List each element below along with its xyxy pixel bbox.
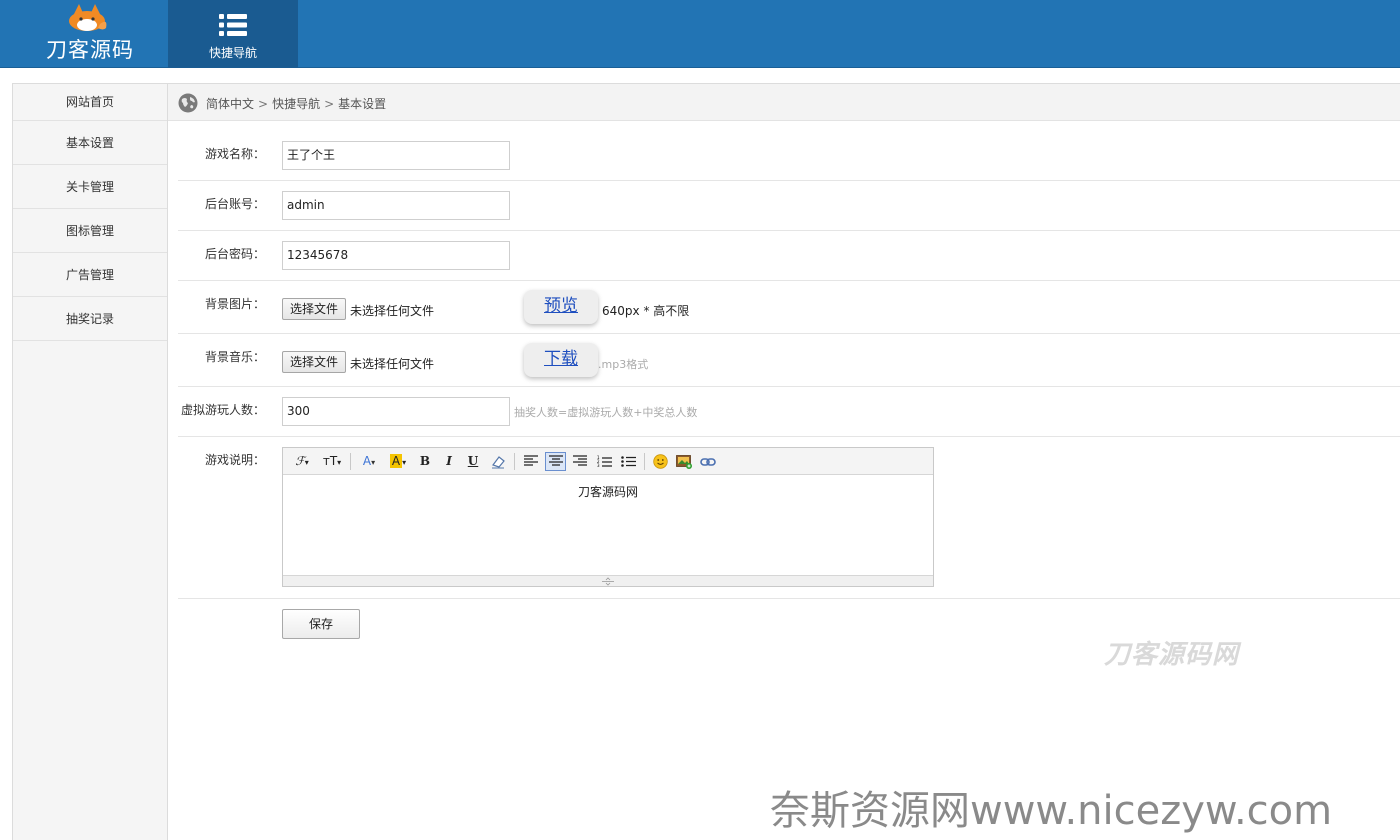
bg-music-choose-file-button[interactable]: 选择文件 bbox=[282, 351, 346, 373]
bold-button[interactable]: B bbox=[416, 452, 434, 471]
resize-icon bbox=[602, 577, 614, 586]
breadcrumb: 简体中文 > 快捷导航 > 基本设置 bbox=[168, 83, 1400, 121]
game-name-input[interactable]: 王了个王 bbox=[282, 141, 510, 170]
save-button[interactable]: 保存 bbox=[282, 609, 360, 639]
admin-account-input[interactable]: admin bbox=[282, 191, 510, 220]
admin-password-label: 后台密码： bbox=[204, 247, 265, 261]
preview-link[interactable]: 预览 bbox=[524, 290, 598, 324]
editor-resize-handle[interactable] bbox=[283, 575, 933, 586]
row-admin-account: 后台账号： admin bbox=[178, 181, 1400, 231]
bottom-watermark: 奈斯资源网www.nicezyw.com bbox=[770, 788, 1333, 834]
highlight-color-button[interactable]: A ▾ bbox=[385, 452, 411, 471]
brand-name: 刀客源码 bbox=[46, 38, 134, 62]
align-left-button[interactable] bbox=[521, 452, 541, 471]
globe-icon bbox=[178, 93, 198, 113]
row-admin-password: 后台密码： 12345678 bbox=[178, 231, 1400, 281]
align-right-button[interactable] bbox=[570, 452, 590, 471]
breadcrumb-item-current: 基本设置 bbox=[338, 97, 387, 111]
tab-quick-nav-label: 快捷导航 bbox=[208, 46, 257, 60]
sidebar: 网站首页 基本设置 关卡管理 图标管理 广告管理 抽奖记录 bbox=[12, 83, 168, 840]
unordered-list-icon bbox=[620, 456, 636, 467]
eraser-icon bbox=[492, 456, 505, 469]
row-bg-image: 背景图片： 选择文件 未选择任何文件 预览 640px * 高不限 bbox=[178, 281, 1400, 334]
fox-logo-icon bbox=[69, 4, 107, 31]
row-description: 游戏说明： ℱ▾ тT▾ A▾ A ▾ B I U 123 刀客源码网 bbox=[178, 437, 1400, 599]
sidebar-item-basic-settings[interactable]: 基本设置 bbox=[13, 121, 167, 165]
highlight-color-icon: A bbox=[389, 454, 403, 468]
bg-music-file-status: 未选择任何文件 bbox=[350, 357, 435, 371]
ordered-list-icon: 123 bbox=[597, 455, 612, 468]
unordered-list-button[interactable] bbox=[618, 452, 638, 471]
underline-button[interactable]: U bbox=[464, 452, 482, 471]
insert-link-button[interactable] bbox=[698, 452, 718, 471]
insert-image-button[interactable] bbox=[674, 452, 694, 471]
bg-image-file-status: 未选择任何文件 bbox=[350, 304, 435, 318]
italic-button[interactable]: I bbox=[440, 452, 458, 471]
align-right-icon bbox=[573, 455, 587, 466]
ordered-list-button[interactable]: 123 bbox=[594, 452, 614, 471]
align-left-icon bbox=[524, 455, 538, 466]
row-bg-music: 背景音乐： 选择文件 未选择任何文件 .mp3格式 下载 bbox=[178, 334, 1400, 387]
image-icon bbox=[676, 455, 692, 469]
editor-toolbar: ℱ▾ тT▾ A▾ A ▾ B I U 123 bbox=[283, 448, 933, 475]
breadcrumb-item-lang[interactable]: 简体中文 bbox=[206, 97, 254, 111]
toolbar-divider bbox=[644, 453, 645, 470]
admin-password-input[interactable]: 12345678 bbox=[282, 241, 510, 270]
bg-image-choose-file-button[interactable]: 选择文件 bbox=[282, 298, 346, 320]
align-center-button[interactable] bbox=[545, 452, 566, 471]
align-center-icon bbox=[548, 455, 563, 466]
toolbar-divider bbox=[514, 453, 515, 470]
virtual-players-label: 虚拟游玩人数： bbox=[180, 403, 265, 417]
bg-music-format-note: .mp3格式 bbox=[598, 358, 649, 371]
font-size-button[interactable]: тT▾ bbox=[319, 452, 345, 471]
bg-image-label: 背景图片： bbox=[204, 297, 265, 311]
top-header: 刀客源码 快捷导航 bbox=[0, 0, 1400, 68]
sidebar-item-icons[interactable]: 图标管理 bbox=[13, 209, 167, 253]
logo[interactable]: 刀客源码 bbox=[0, 0, 168, 68]
emoticon-button[interactable] bbox=[650, 452, 670, 471]
site-watermark: 刀客源码网 bbox=[1104, 640, 1240, 670]
virtual-players-input[interactable]: 300 bbox=[282, 397, 510, 426]
breadcrumb-separator: > bbox=[324, 97, 335, 111]
sidebar-item-levels[interactable]: 关卡管理 bbox=[13, 165, 167, 209]
virtual-players-hint: 抽奖人数=虚拟游玩人数+中奖总人数 bbox=[514, 406, 698, 419]
tab-quick-nav[interactable]: 快捷导航 bbox=[168, 0, 298, 68]
list-icon bbox=[219, 14, 247, 36]
description-label: 游戏说明： bbox=[204, 453, 265, 467]
bg-music-label: 背景音乐： bbox=[204, 350, 265, 364]
sidebar-item-ads[interactable]: 广告管理 bbox=[13, 253, 167, 297]
row-virtual-players: 虚拟游玩人数： 300 抽奖人数=虚拟游玩人数+中奖总人数 bbox=[178, 387, 1400, 437]
smiley-icon bbox=[652, 454, 668, 469]
font-size-icon: тT bbox=[322, 454, 338, 468]
font-color-button[interactable]: A▾ bbox=[357, 452, 381, 471]
admin-account-label: 后台账号： bbox=[204, 197, 265, 211]
eraser-button[interactable] bbox=[488, 452, 508, 471]
bg-image-size-note: 640px * 高不限 bbox=[602, 304, 690, 318]
svg-text:3: 3 bbox=[597, 463, 600, 468]
link-icon bbox=[700, 458, 716, 466]
game-name-label: 游戏名称： bbox=[204, 147, 265, 161]
toolbar-divider bbox=[350, 453, 351, 470]
row-game-name: 游戏名称： 王了个王 bbox=[178, 131, 1400, 181]
breadcrumb-separator: > bbox=[258, 97, 269, 111]
breadcrumb-item-quick-nav[interactable]: 快捷导航 bbox=[272, 97, 320, 111]
sidebar-item-home[interactable]: 网站首页 bbox=[13, 84, 167, 121]
font-family-icon: ℱ bbox=[295, 454, 305, 468]
sidebar-item-lottery-records[interactable]: 抽奖记录 bbox=[13, 297, 167, 341]
rich-text-editor: ℱ▾ тT▾ A▾ A ▾ B I U 123 刀客源码网 bbox=[282, 447, 934, 587]
download-link[interactable]: 下载 bbox=[524, 343, 598, 377]
font-family-button[interactable]: ℱ▾ bbox=[289, 452, 315, 471]
font-color-icon: A bbox=[362, 454, 372, 468]
editor-content[interactable]: 刀客源码网 bbox=[283, 475, 933, 575]
